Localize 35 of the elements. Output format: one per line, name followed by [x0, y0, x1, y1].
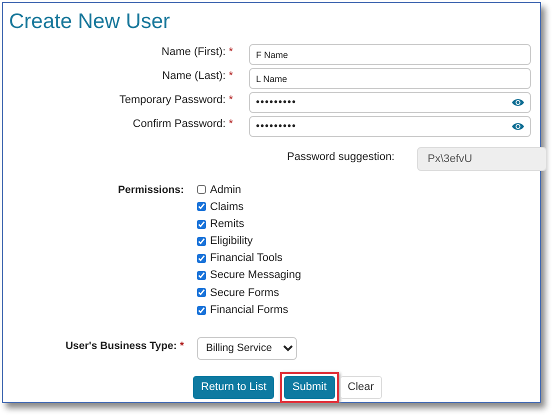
eye-icon[interactable]: [512, 98, 524, 108]
button[interactable]: Submit: [284, 376, 335, 399]
checkbox[interactable]: [197, 288, 206, 298]
checkbox[interactable]: [197, 271, 206, 280]
button[interactable]: Return to List: [193, 376, 274, 399]
password-field[interactable]: •••••••••: [249, 116, 531, 138]
checkbox[interactable]: [197, 202, 206, 212]
checkbox[interactable]: [197, 306, 206, 315]
checkbox-label[interactable]: Remits: [210, 216, 244, 232]
field-label: User's Business Type: *: [64, 338, 184, 354]
checkbox-label[interactable]: Admin: [210, 182, 242, 198]
button[interactable]: Clear: [340, 376, 382, 399]
field-label: Confirm Password: *: [132, 117, 234, 132]
field-label: Password suggestion:: [287, 150, 395, 165]
field-label: Name (First): *: [160, 45, 234, 60]
checkbox[interactable]: [197, 254, 206, 264]
suggestion-field[interactable]: Px\3efvU: [416, 147, 547, 172]
checkbox-label[interactable]: Claims: [210, 198, 244, 216]
field-label: Temporary Password: *: [118, 93, 234, 108]
password-field[interactable]: •••••••••: [249, 92, 531, 114]
checkbox-label[interactable]: Financial Tools: [210, 250, 283, 267]
checkbox[interactable]: [197, 236, 206, 246]
input-field[interactable]: L Name: [249, 68, 531, 90]
checkbox[interactable]: [197, 185, 206, 194]
checkbox-label[interactable]: Secure Messaging: [210, 267, 302, 284]
permissions-label: Permissions:: [117, 183, 184, 198]
page-title: Create New User: [9, 9, 172, 34]
checkbox-label[interactable]: Eligibility: [210, 233, 253, 250]
checkbox-label[interactable]: Financial Forms: [210, 302, 288, 318]
business-type-select[interactable]: Billing Service: [197, 336, 297, 360]
field-label: Name (Last): *: [161, 69, 234, 84]
checkbox[interactable]: [197, 220, 206, 229]
eye-icon[interactable]: [512, 122, 524, 132]
input-field[interactable]: F Name: [249, 44, 531, 66]
checkbox-label[interactable]: Secure Forms: [210, 284, 280, 302]
